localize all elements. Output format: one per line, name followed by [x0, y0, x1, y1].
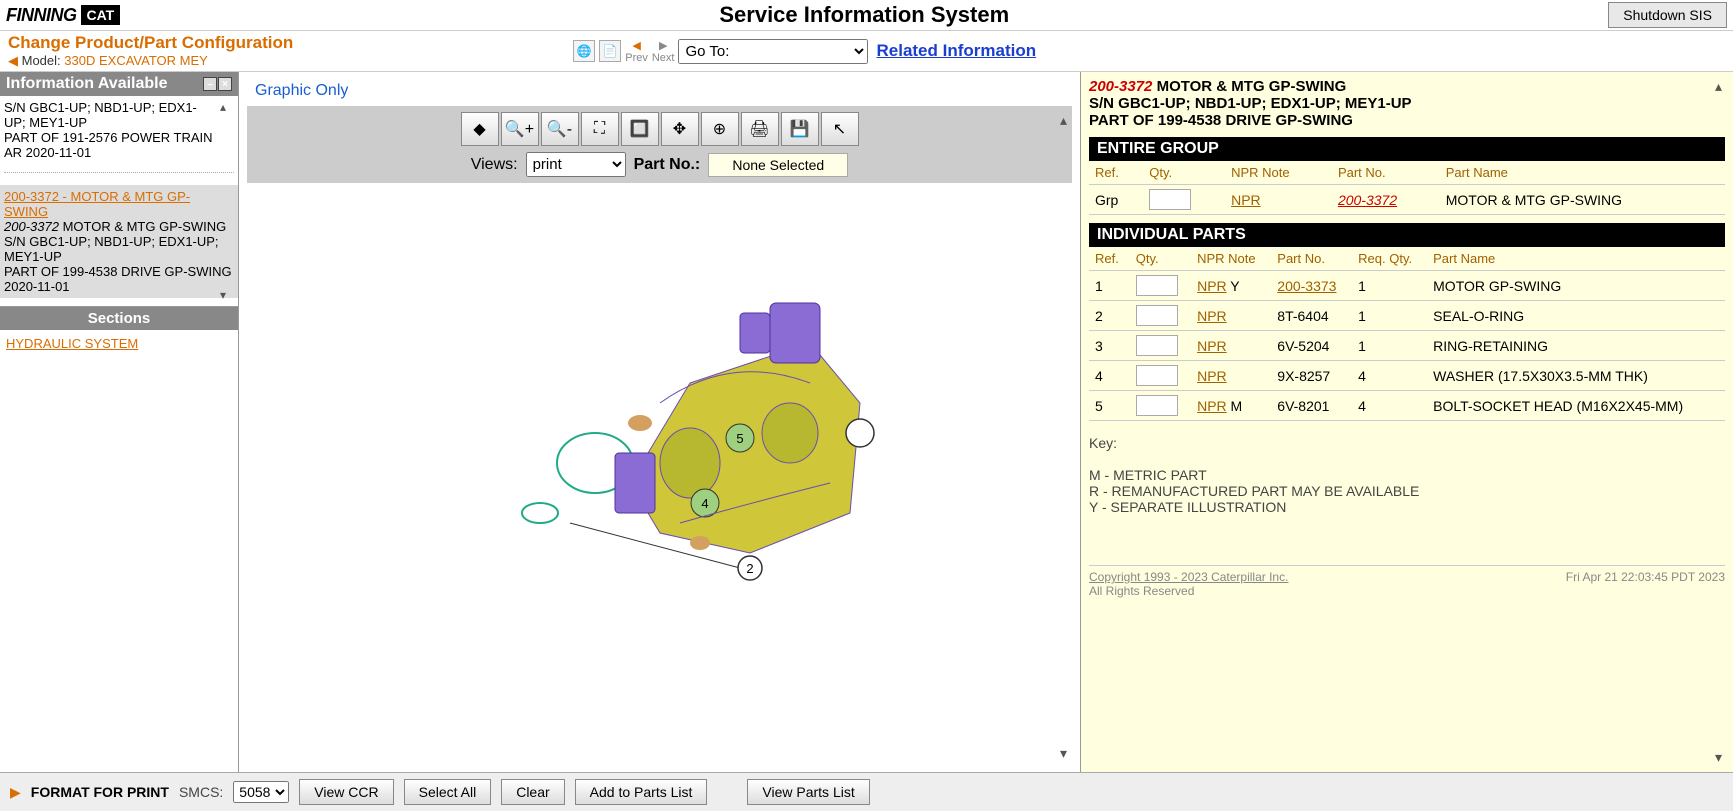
entire-group-table: Ref. Qty. NPR Note Part No. Part Name Gr…	[1089, 161, 1725, 215]
scroll-down-icon[interactable]: ▾	[220, 288, 236, 302]
zoom-fit-icon[interactable]: 🔲	[621, 112, 659, 146]
info-block-1: S/N GBC1-UP; NBD1-UP; EDX1-UP; MEY1-UP P…	[4, 100, 234, 173]
main-content: Information Available – × ▴ ▾ S/N GBC1-UP…	[0, 72, 1733, 772]
view-ccr-button[interactable]: View CCR	[299, 779, 393, 805]
model-value: 330D EXCAVATOR MEY	[64, 53, 208, 68]
add-to-parts-button[interactable]: Add to Parts List	[575, 779, 708, 805]
select-all-button[interactable]: Select All	[404, 779, 492, 805]
qty-input[interactable]	[1136, 335, 1178, 356]
minimize-icon[interactable]: –	[203, 77, 217, 91]
table-row: 4 NPR 9X-8257 4 WASHER (17.5X30X3.5-MM T…	[1089, 361, 1725, 391]
table-row: 5 NPR M 6V-8201 4 BOLT-SOCKET HEAD (M16X…	[1089, 391, 1725, 421]
qty-input[interactable]	[1136, 395, 1178, 416]
npr-link[interactable]: NPR	[1197, 308, 1227, 324]
copyright-link[interactable]: Copyright 1993 - 2023 Caterpillar Inc.	[1089, 570, 1288, 584]
right-panel: ▴ ▾ 200-3372 MOTOR & MTG GP-SWING S/N GBC…	[1081, 72, 1733, 772]
npr-link[interactable]: NPR	[1231, 192, 1261, 208]
clear-button[interactable]: Clear	[501, 779, 564, 805]
logo-cat: CAT	[81, 5, 121, 25]
scroll-down-icon[interactable]: ▾	[1060, 745, 1078, 762]
timestamp: Fri Apr 21 22:03:45 PDT 2023	[1566, 570, 1725, 598]
table-row: 2 NPR 8T-6404 1 SEAL-O-RING	[1089, 301, 1725, 331]
info-body[interactable]: ▴ ▾ S/N GBC1-UP; NBD1-UP; EDX1-UP; MEY1-U…	[0, 96, 238, 307]
pan-icon[interactable]: ✥	[661, 112, 699, 146]
part-link[interactable]: 200-3372 - MOTOR & MTG GP-SWING	[4, 189, 190, 219]
smcs-label: SMCS:	[179, 784, 223, 800]
close-icon[interactable]: ×	[218, 77, 232, 91]
footer-bar: ▶ FORMAT FOR PRINT SMCS: 5058 View CCR S…	[0, 772, 1733, 811]
zoom-in-icon[interactable]: 🔍+	[501, 112, 539, 146]
goto-select[interactable]: Go To:	[678, 39, 868, 64]
svg-text:2: 2	[746, 561, 753, 576]
partno-field[interactable]: None Selected	[708, 153, 848, 177]
scroll-up-icon[interactable]: ▴	[1715, 78, 1731, 95]
prev-button[interactable]: ◀Prev	[625, 39, 648, 64]
key-section: Key: M - METRIC PART R - REMANUFACTURED …	[1089, 435, 1725, 515]
scroll-up-icon[interactable]: ▴	[220, 100, 236, 114]
subheader: Change Product/Part Configuration ◀ Mode…	[0, 31, 1733, 72]
related-info-link[interactable]: Related Information	[876, 41, 1036, 61]
info-block-2[interactable]: 200-3372 - MOTOR & MTG GP-SWING 200-3372…	[0, 185, 238, 298]
left-panel: Information Available – × ▴ ▾ S/N GBC1-UP…	[0, 72, 239, 772]
app-title: Service Information System	[120, 2, 1608, 28]
views-label: Views:	[471, 156, 518, 174]
npr-link[interactable]: NPR	[1197, 398, 1227, 414]
header-bar: FINNING CAT Service Information System S…	[0, 0, 1733, 31]
model-line: ◀ Model: 330D EXCAVATOR MEY	[8, 53, 293, 69]
views-select[interactable]: print	[526, 152, 626, 177]
individual-parts-bar: INDIVIDUAL PARTS	[1089, 223, 1725, 247]
entire-group-bar: ENTIRE GROUP	[1089, 137, 1725, 161]
svg-text:5: 5	[736, 431, 743, 446]
rotate-icon[interactable]: ◆	[461, 112, 499, 146]
scroll-up-icon[interactable]: ▴	[1060, 112, 1078, 129]
group-row: Grp NPR 200-3372 MOTOR & MTG GP-SWING	[1089, 185, 1725, 215]
pointer-icon[interactable]: ↖	[821, 112, 859, 146]
partno-link[interactable]: 200-3372	[1338, 192, 1397, 208]
qty-input[interactable]	[1136, 275, 1178, 296]
qty-input[interactable]	[1136, 305, 1178, 326]
move-icon[interactable]: ⊕	[701, 112, 739, 146]
shutdown-button[interactable]: Shutdown SIS	[1608, 2, 1727, 28]
model-label: Model:	[22, 53, 61, 68]
smcs-select[interactable]: 5058	[233, 781, 289, 803]
view-parts-list-button[interactable]: View Parts List	[747, 779, 869, 805]
subheader-tools: 🌐 📄 ◀Prev ▶Next Go To: Related Informati…	[573, 39, 1036, 64]
npr-link[interactable]: NPR	[1197, 368, 1227, 384]
print-icon[interactable]: 🖨	[741, 112, 779, 146]
partno-link[interactable]: 200-3373	[1277, 278, 1336, 294]
logo: FINNING CAT	[6, 5, 120, 26]
center-panel: ▴ ▾ Graphic Only ◆ 🔍+ 🔍- ⛶ 🔲 ✥ ⊕ 🖨 💾 ↖ Vi…	[239, 72, 1081, 772]
logo-finning: FINNING	[6, 5, 77, 26]
globe-icon[interactable]: 🌐	[573, 40, 595, 62]
svg-text:4: 4	[701, 496, 708, 511]
zoom-window-icon[interactable]: ⛶	[581, 112, 619, 146]
table-row: 3 NPR 6V-5204 1 RING-RETAINING	[1089, 331, 1725, 361]
format-print-label: FORMAT FOR PRINT	[31, 784, 169, 800]
npr-link[interactable]: NPR	[1197, 278, 1227, 294]
document-icon[interactable]: 📄	[599, 40, 621, 62]
part-diagram[interactable]: 2 5 4	[247, 183, 1072, 603]
footer-arrow-icon: ▶	[10, 784, 21, 801]
section-hydraulic-link[interactable]: HYDRAULIC SYSTEM	[6, 336, 138, 351]
sections-body: HYDRAULIC SYSTEM	[0, 330, 238, 357]
part-header: 200-3372 MOTOR & MTG GP-SWING S/N GBC1-U…	[1089, 78, 1725, 129]
partno-label: Part No.:	[634, 156, 701, 174]
individual-parts-table: Ref. Qty. NPR Note Part No. Req. Qty. Pa…	[1089, 247, 1725, 421]
scroll-down-icon[interactable]: ▾	[1715, 749, 1731, 766]
next-button[interactable]: ▶Next	[652, 39, 675, 64]
graphic-toolbar: ◆ 🔍+ 🔍- ⛶ 🔲 ✥ ⊕ 🖨 💾 ↖ Views: print Part …	[247, 106, 1072, 183]
back-arrow-icon[interactable]: ◀	[8, 53, 18, 68]
qty-input[interactable]	[1149, 189, 1191, 210]
npr-link[interactable]: NPR	[1197, 338, 1227, 354]
graphic-only-label[interactable]: Graphic Only	[255, 82, 1072, 100]
table-row: 1 NPR Y 200-3373 1 MOTOR GP-SWING	[1089, 271, 1725, 301]
qty-input[interactable]	[1136, 365, 1178, 386]
change-config-link[interactable]: Change Product/Part Configuration	[8, 33, 293, 53]
info-available-header: Information Available – ×	[0, 72, 238, 96]
zoom-out-icon[interactable]: 🔍-	[541, 112, 579, 146]
sections-header: Sections	[0, 307, 238, 330]
save-icon[interactable]: 💾	[781, 112, 819, 146]
copyright: Copyright 1993 - 2023 Caterpillar Inc. A…	[1089, 565, 1725, 598]
